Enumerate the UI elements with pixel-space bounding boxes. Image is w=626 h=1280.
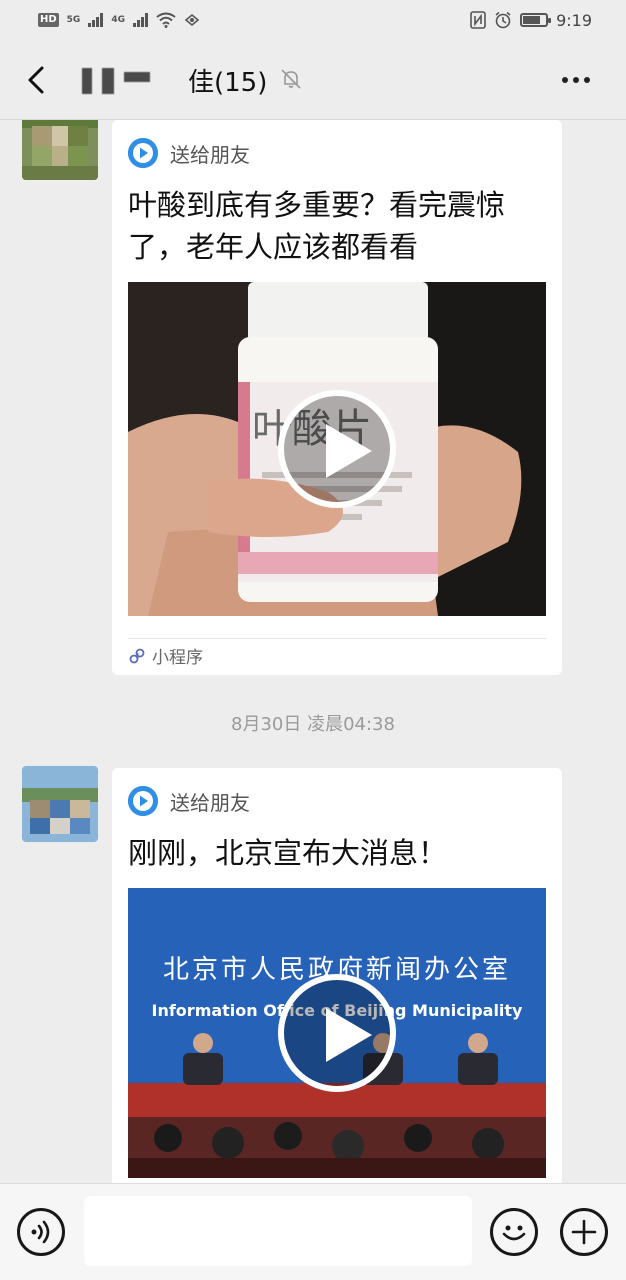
video-thumbnail[interactable]: 叶酸片 [128, 282, 546, 616]
card-source-name: 送给朋友 [170, 142, 250, 167]
mini-program-logo-icon [128, 786, 158, 816]
status-left: HD 5G 4G [38, 12, 200, 28]
play-button[interactable] [278, 974, 396, 1092]
mute-bell-icon [281, 69, 301, 89]
signal-bars-icon [88, 13, 104, 27]
hd-badge: HD [38, 13, 59, 27]
signal-bars-icon [132, 13, 148, 27]
avatar-image [22, 120, 98, 180]
chevron-left-icon [28, 66, 44, 94]
card-title: 叶酸到底有多重要？看完震惊了，老年人应该都看看 [128, 188, 506, 264]
voice-icon [31, 1220, 50, 1244]
mini-program-logo-icon [128, 138, 158, 168]
card-header: 送给朋友 [128, 136, 546, 170]
sender-avatar[interactable] [22, 120, 98, 180]
video-thumbnail[interactable]: 北京市人民政府新闻办公室 Information Office of Beiji… [128, 888, 546, 1178]
emoji-button[interactable] [490, 1208, 538, 1256]
wifi-icon [156, 12, 176, 28]
back-button[interactable] [18, 60, 58, 100]
alarm-icon [495, 11, 511, 29]
more-options-button[interactable] [556, 64, 596, 96]
card-footer-label: 小程序 [152, 648, 203, 668]
signal-5g-label: 5G [66, 15, 81, 25]
mini-program-link-icon [129, 648, 145, 663]
emoji-icon [502, 1225, 526, 1241]
chat-title-bar: 佳(15) [0, 40, 626, 120]
nfc-icon [470, 11, 486, 29]
chat-message-list[interactable]: 送给朋友 叶酸到底有多重要？看完震惊了，老年人应该都看看 叶酸片 小程序 8月3… [0, 120, 626, 1183]
status-time: 9:19 [556, 10, 592, 30]
chat-input-bar [0, 1183, 626, 1280]
voice-input-button[interactable] [17, 1208, 65, 1256]
more-functions-button[interactable] [560, 1208, 608, 1256]
chat-title: 佳(15) [188, 68, 268, 98]
battery-icon [520, 13, 552, 27]
card-title: 刚刚，北京宣布大消息！ [128, 836, 448, 870]
play-button[interactable] [278, 390, 396, 508]
plus-icon [571, 1219, 597, 1245]
message-input[interactable] [84, 1196, 472, 1266]
mini-program-card[interactable]: 送给朋友 刚刚，北京宣布大消息！ 北京市人民政府新闻办公室 Informatio… [112, 768, 562, 1183]
card-footer: 小程序 [128, 638, 546, 672]
status-bar: HD 5G 4G 9:19 [0, 0, 626, 40]
signal-4g-label: 4G [111, 15, 125, 25]
message-timestamp: 8月30日 凌晨04:38 [231, 714, 395, 735]
status-right: 9:19 [470, 11, 592, 30]
eye-protect-icon [184, 13, 200, 27]
card-header: 送给朋友 [128, 784, 546, 818]
redacted-group-name [82, 68, 150, 94]
avatar-image [22, 766, 98, 842]
card-source-name: 送给朋友 [170, 790, 250, 815]
sender-avatar[interactable] [22, 766, 98, 842]
mini-program-card[interactable]: 送给朋友 叶酸到底有多重要？看完震惊了，老年人应该都看看 叶酸片 小程序 [112, 120, 562, 675]
